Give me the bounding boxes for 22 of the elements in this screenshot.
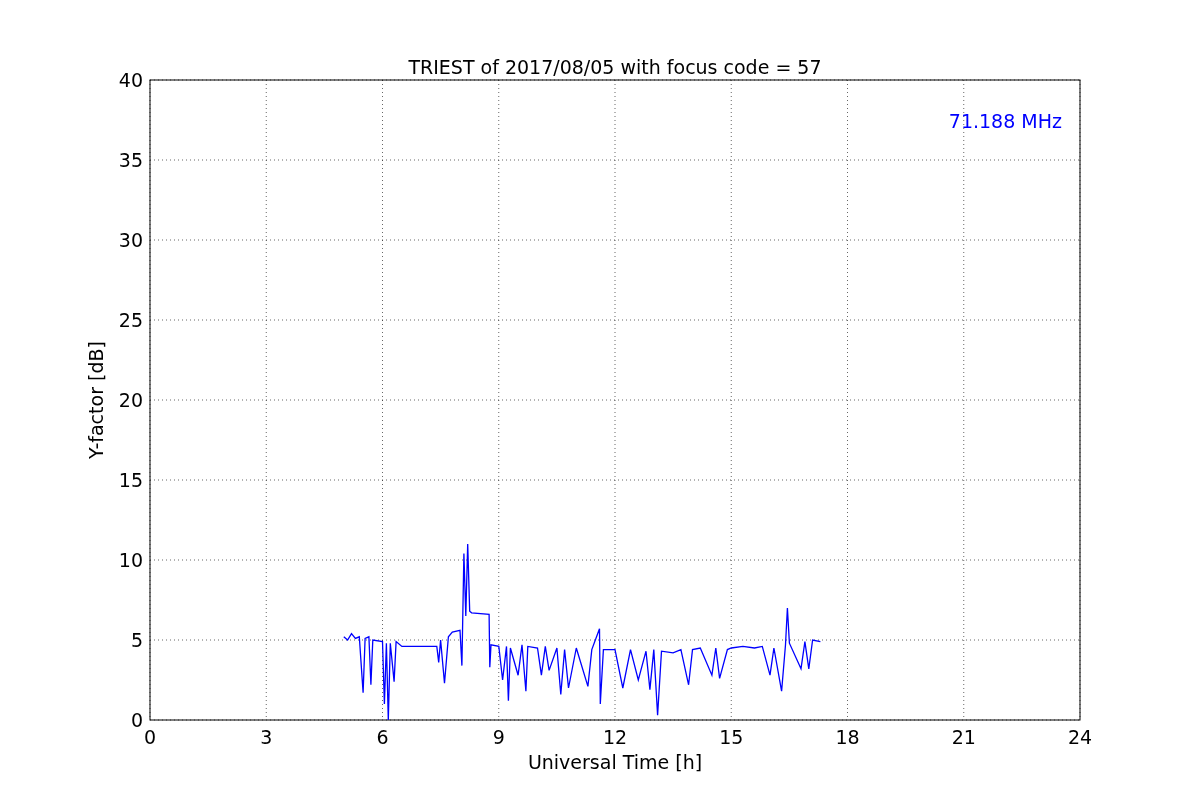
y-tick-label: 40	[118, 69, 143, 91]
x-tick-label: 0	[143, 726, 157, 748]
y-tick-label: 5	[130, 629, 143, 651]
frequency-annotation: 71.188 MHz	[948, 110, 1062, 132]
y-tick-label: 15	[118, 469, 143, 491]
y-tick-label: 10	[118, 549, 143, 571]
x-tick-label: 12	[602, 726, 628, 748]
x-tick-label: 24	[1067, 726, 1093, 748]
x-tick-label: 9	[492, 726, 505, 748]
x-axis-label: Universal Time [h]	[527, 751, 703, 773]
y-tick-label: 20	[118, 389, 143, 411]
y-tick-label: 25	[118, 309, 143, 331]
x-tick-label: 21	[951, 726, 976, 748]
y-axis-label: Y-factor [dB]	[85, 341, 107, 459]
y-tick-label: 30	[118, 229, 143, 251]
y-tick-label: 0	[130, 709, 143, 731]
chart-title: TRIEST of 2017/08/05 with focus code = 57	[408, 56, 822, 78]
x-tick-label: 15	[719, 726, 744, 748]
y-tick-label: 35	[118, 149, 143, 171]
x-tick-label: 3	[260, 726, 273, 748]
x-tick-label: 6	[376, 726, 389, 748]
x-tick-label: 18	[835, 726, 860, 748]
